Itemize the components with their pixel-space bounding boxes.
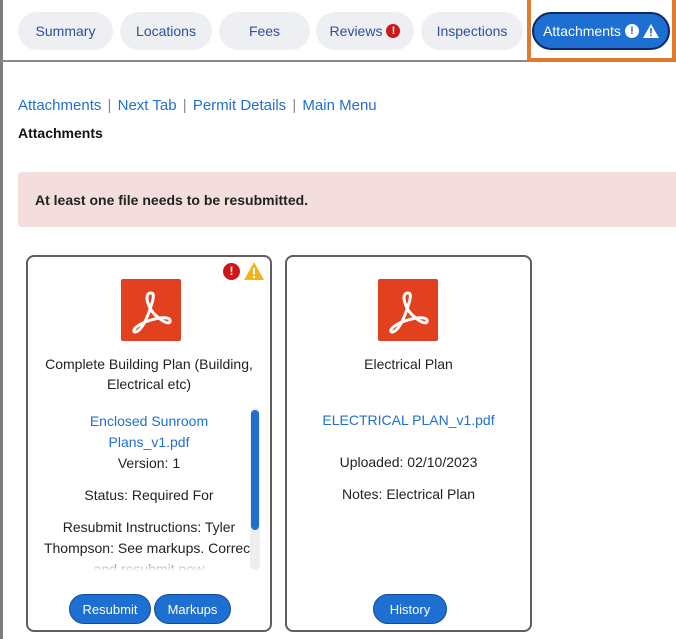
warning-icon <box>642 24 659 38</box>
attachment-details: Enclosed Sunroom Plans_v1.pdf Version: 1… <box>38 411 260 571</box>
resubmit-alert: At least one file needs to be resubmitte… <box>18 172 676 227</box>
link-next-tab[interactable]: Next Tab <box>118 97 177 114</box>
button-label: History <box>389 601 431 617</box>
pdf-icon <box>378 279 438 341</box>
card-status-badges: ! <box>223 262 264 280</box>
tab-bar: Summary Locations Fees Reviews ! Inspect… <box>0 0 676 62</box>
tab-label: Fees <box>248 23 281 39</box>
link-permit-details[interactable]: Permit Details <box>193 97 286 114</box>
attachment-title: Complete Building Plan (Building, Electr… <box>45 356 253 392</box>
tab-label: Inspections <box>436 23 508 39</box>
attachment-card: Electrical Plan ELECTRICAL PLAN_v1.pdf U… <box>285 255 532 632</box>
file-link[interactable]: Enclosed Sunroom Plans_v1.pdf <box>38 411 260 453</box>
link-attachments[interactable]: Attachments <box>18 97 101 114</box>
markups-button[interactable]: Markups <box>154 594 231 624</box>
file-link[interactable]: ELECTRICAL PLAN_v1.pdf <box>287 412 530 428</box>
uploaded-date: Uploaded: 02/10/2023 <box>339 454 478 470</box>
tab-label: Attachments <box>543 23 621 39</box>
history-button[interactable]: History <box>373 594 447 624</box>
tab-locations[interactable]: Locations <box>120 12 212 50</box>
notes-text: Notes: Electrical Plan <box>341 486 476 502</box>
tab-attachments[interactable]: Attachments ! <box>532 12 670 50</box>
tab-reviews[interactable]: Reviews ! <box>316 12 414 50</box>
tab-label: Locations <box>136 23 196 39</box>
tab-label: Reviews <box>329 23 383 39</box>
tab-fees[interactable]: Fees <box>219 12 310 50</box>
tab-inspections[interactable]: Inspections <box>421 12 523 50</box>
link-separator: | <box>182 97 187 114</box>
error-icon: ! <box>386 24 401 38</box>
resubmit-button[interactable]: Resubmit <box>69 594 151 624</box>
link-separator: | <box>292 97 297 114</box>
button-label: Resubmit <box>82 601 138 617</box>
alert-message: At least one file needs to be resubmitte… <box>35 191 309 208</box>
error-icon: ! <box>223 262 240 280</box>
scrollbar[interactable] <box>250 408 260 570</box>
status-text: Status: Required For <box>84 487 214 503</box>
tab-summary[interactable]: Summary <box>18 12 113 50</box>
attachment-title: Electrical Plan <box>364 356 453 372</box>
link-separator: | <box>107 97 112 114</box>
error-icon: ! <box>624 24 639 38</box>
attachment-card: ! Complete Building Plan (Building, Elec… <box>26 255 272 632</box>
link-main-menu[interactable]: Main Menu <box>302 97 376 114</box>
breadcrumb-links: Attachments | Next Tab | Permit Details … <box>18 97 377 114</box>
page-title: Attachments <box>18 125 103 141</box>
button-label: Markups <box>167 601 218 617</box>
version-text: Version: 1 <box>117 455 181 471</box>
warning-icon <box>244 262 264 280</box>
pdf-icon <box>121 279 181 341</box>
scrollbar-thumb[interactable] <box>251 410 259 530</box>
tab-label: Summary <box>35 23 96 39</box>
